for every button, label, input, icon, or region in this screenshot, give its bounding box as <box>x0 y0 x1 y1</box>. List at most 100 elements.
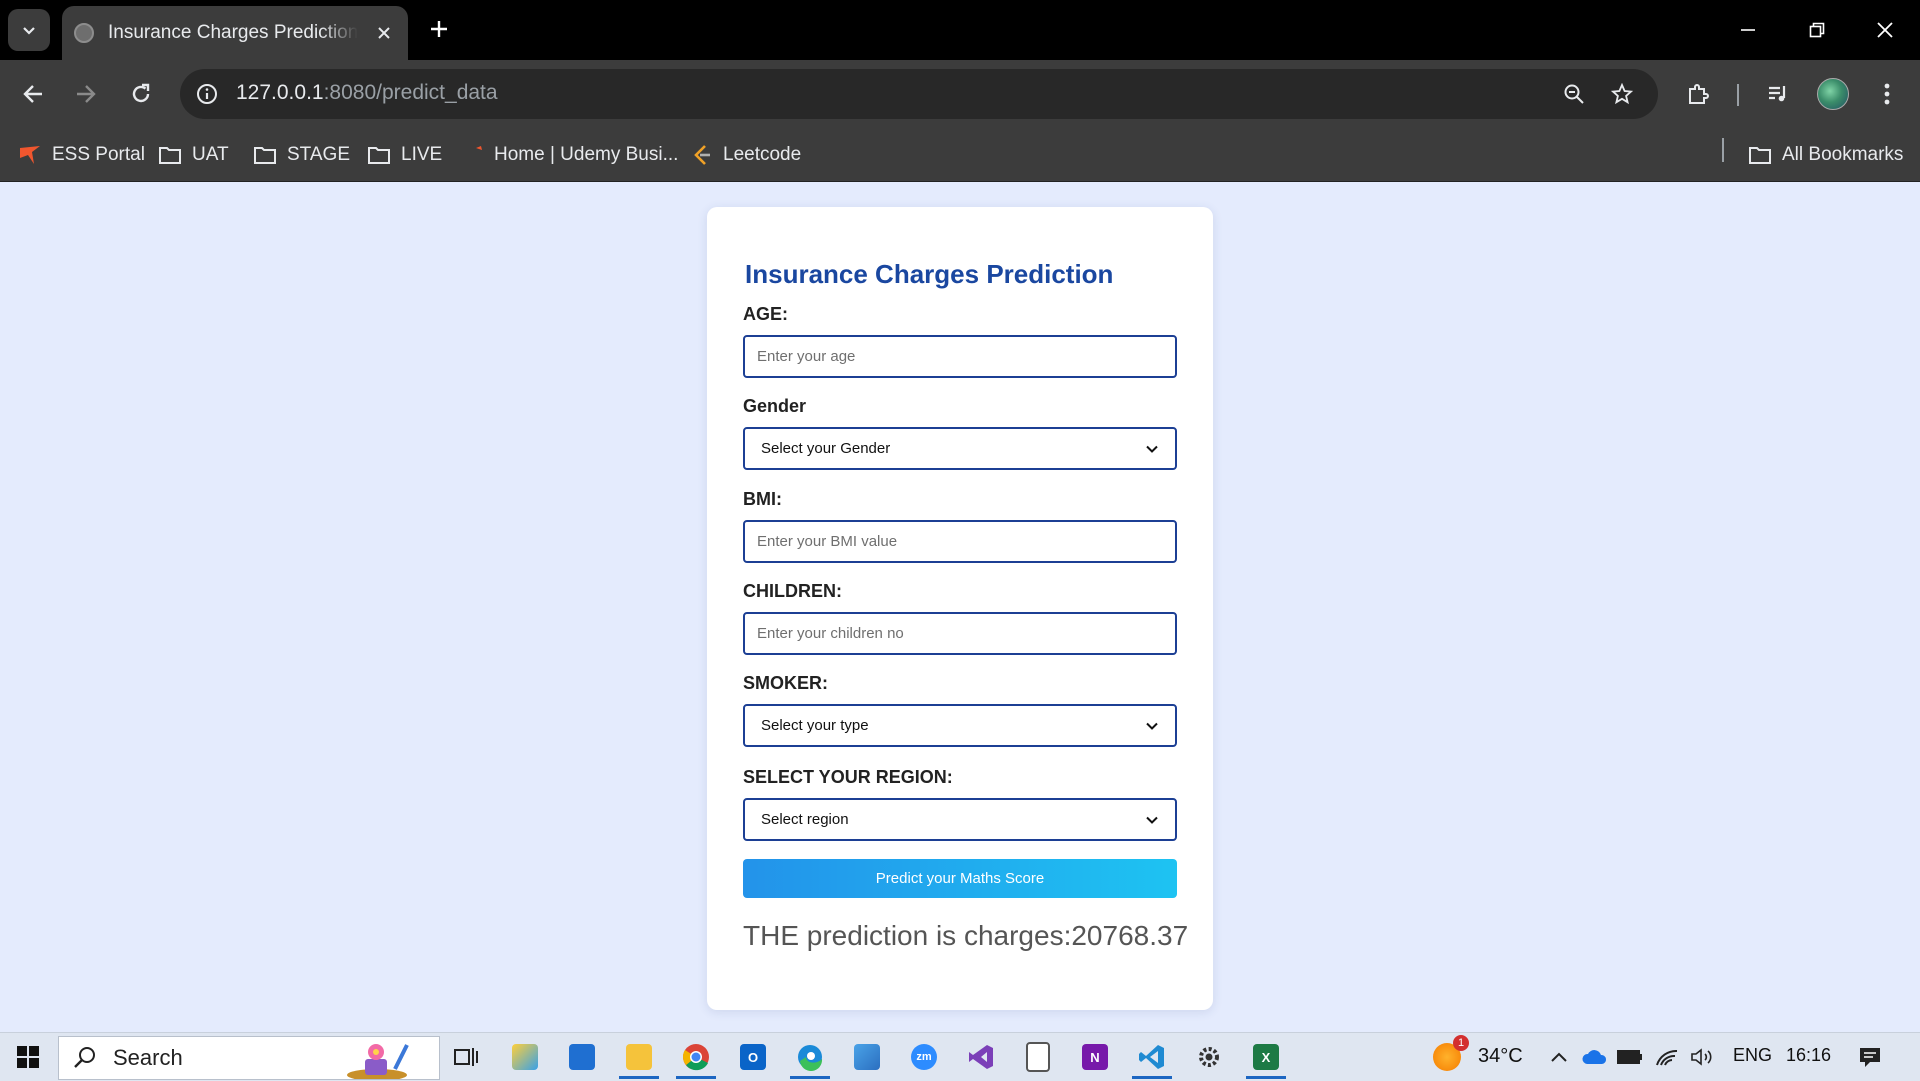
taskbar-app-store[interactable] <box>560 1037 604 1077</box>
gender-select[interactable]: Select your Gender <box>743 427 1177 470</box>
smoker-select-value: Select your type <box>761 717 869 734</box>
bmi-input[interactable] <box>743 520 1177 563</box>
tab-close-button[interactable] <box>372 21 396 45</box>
taskbar-app-settings[interactable] <box>1187 1037 1231 1077</box>
battery-icon <box>1617 1050 1642 1064</box>
vscode-icon <box>1139 1045 1164 1069</box>
bmi-label: BMI: <box>743 489 782 509</box>
bookmark-star-button[interactable] <box>1606 78 1638 110</box>
visual-studio-icon <box>969 1045 993 1069</box>
chevron-down-icon <box>1146 722 1158 730</box>
toolbar-divider <box>1737 84 1739 106</box>
ess-portal-icon <box>18 144 42 166</box>
bookmark-folder-stage[interactable]: STAGE <box>253 139 350 171</box>
url-host: 127.0.0.1 <box>236 81 324 104</box>
bookmark-ess-portal[interactable]: ESS Portal <box>18 139 145 171</box>
clock[interactable]: 16:16 <box>1786 1045 1831 1066</box>
address-bar[interactable]: 127.0.0.1:8080/predict_data <box>180 69 1658 119</box>
onenote-icon: N <box>1082 1044 1108 1070</box>
folder-icon <box>158 145 182 165</box>
bookmark-label: Leetcode <box>723 144 802 165</box>
media-controls-button[interactable] <box>1757 73 1799 115</box>
children-input[interactable] <box>743 612 1177 655</box>
age-input[interactable] <box>743 335 1177 378</box>
zoom-button[interactable] <box>1558 78 1590 110</box>
browser-menu-button[interactable] <box>1866 73 1908 115</box>
leetcode-icon <box>691 143 713 167</box>
url-text[interactable]: 127.0.0.1:8080/predict_data <box>236 81 498 105</box>
language-indicator[interactable]: ENG <box>1733 1045 1772 1066</box>
restore-button[interactable] <box>1782 0 1852 60</box>
bookmark-folder-uat[interactable]: UAT <box>158 139 229 171</box>
all-bookmarks-button[interactable]: All Bookmarks <box>1748 139 1903 171</box>
notepad-icon <box>1026 1042 1050 1072</box>
browser-tab[interactable]: Insurance Charges Prediction Form <box>62 6 408 60</box>
taskbar-app-vscode[interactable] <box>1130 1037 1174 1079</box>
bookmark-label: STAGE <box>287 144 350 165</box>
prediction-form-card: Insurance Charges Prediction AGE: Gender… <box>707 207 1213 1010</box>
new-tab-button[interactable] <box>424 14 454 44</box>
folder-icon <box>1748 145 1772 165</box>
volume-tray-icon[interactable] <box>1680 1037 1724 1077</box>
taskbar-app-edge[interactable] <box>788 1037 832 1079</box>
chevron-up-icon <box>1551 1052 1567 1062</box>
folder-icon <box>367 145 391 165</box>
weather-temperature[interactable]: 34°C <box>1478 1045 1523 1068</box>
minimize-button[interactable] <box>1713 0 1783 60</box>
zoom-out-icon <box>1564 84 1584 104</box>
taskbar-app-notepad[interactable] <box>1016 1037 1060 1077</box>
back-button[interactable] <box>12 73 54 115</box>
bookmarks-bar: ESS Portal UAT STAGE LIVE Home | Udemy B… <box>0 129 1920 182</box>
chevron-down-icon <box>1146 445 1158 453</box>
media-queue-icon <box>1769 86 1786 102</box>
weather-widget[interactable]: 1 <box>1425 1035 1469 1077</box>
predict-button[interactable]: Predict your Maths Score <box>743 859 1177 898</box>
chrome-icon <box>682 1044 709 1071</box>
start-button[interactable] <box>6 1037 50 1077</box>
forward-button[interactable] <box>65 73 107 115</box>
notification-icon <box>1860 1048 1880 1067</box>
taskbar-app-zoom[interactable]: zm <box>902 1037 946 1077</box>
folder-icon <box>626 1044 652 1070</box>
udemy-icon <box>474 145 484 165</box>
folder-icon <box>253 145 277 165</box>
children-label: CHILDREN: <box>743 581 842 601</box>
task-view-icon <box>454 1048 478 1066</box>
bookmark-folder-live[interactable]: LIVE <box>367 139 442 171</box>
flower-pot-icon <box>347 1044 409 1079</box>
taskbar-app-excel[interactable]: X <box>1244 1037 1288 1079</box>
prediction-result: THE prediction is charges:20768.37 <box>743 920 1189 951</box>
taskbar-app-outlook[interactable]: O <box>731 1037 775 1077</box>
taskbar-app-chrome[interactable] <box>674 1037 718 1079</box>
gender-select-value: Select your Gender <box>761 440 891 457</box>
smoker-select[interactable]: Select your type <box>743 704 1177 747</box>
search-icon <box>74 1047 95 1068</box>
url-path: :8080/predict_data <box>323 81 498 104</box>
taskbar-search[interactable]: Search <box>58 1036 440 1080</box>
outlook-icon: O <box>740 1044 766 1070</box>
extensions-button[interactable] <box>1677 73 1719 115</box>
minimize-icon <box>1741 29 1755 31</box>
wifi-icon <box>1656 1049 1678 1066</box>
region-select[interactable]: Select region <box>743 798 1177 841</box>
profile-button[interactable] <box>1812 73 1854 115</box>
taskbar-app-explorer[interactable] <box>617 1037 661 1079</box>
taskbar-app-photos[interactable] <box>845 1037 889 1077</box>
chevron-down-icon <box>23 27 35 35</box>
taskbar-app-tools[interactable] <box>503 1037 547 1077</box>
notifications-button[interactable] <box>1848 1037 1892 1077</box>
taskbar-app-visual-studio[interactable] <box>959 1037 1003 1077</box>
arrow-left-icon <box>23 85 42 103</box>
all-bookmarks-label: All Bookmarks <box>1782 144 1904 165</box>
reload-button[interactable] <box>120 73 162 115</box>
bookmark-udemy[interactable]: Home | Udemy Busi... <box>474 139 678 171</box>
bookmark-leetcode[interactable]: Leetcode <box>691 139 801 171</box>
speaker-icon <box>1691 1048 1712 1066</box>
tab-search-button[interactable] <box>8 9 50 51</box>
region-select-value: Select region <box>761 811 849 828</box>
close-window-button[interactable] <box>1850 0 1920 60</box>
site-info-button[interactable] <box>188 75 226 113</box>
task-view-button[interactable] <box>444 1037 488 1077</box>
arrow-right-icon <box>77 85 96 103</box>
taskbar-app-onenote[interactable]: N <box>1073 1037 1117 1077</box>
